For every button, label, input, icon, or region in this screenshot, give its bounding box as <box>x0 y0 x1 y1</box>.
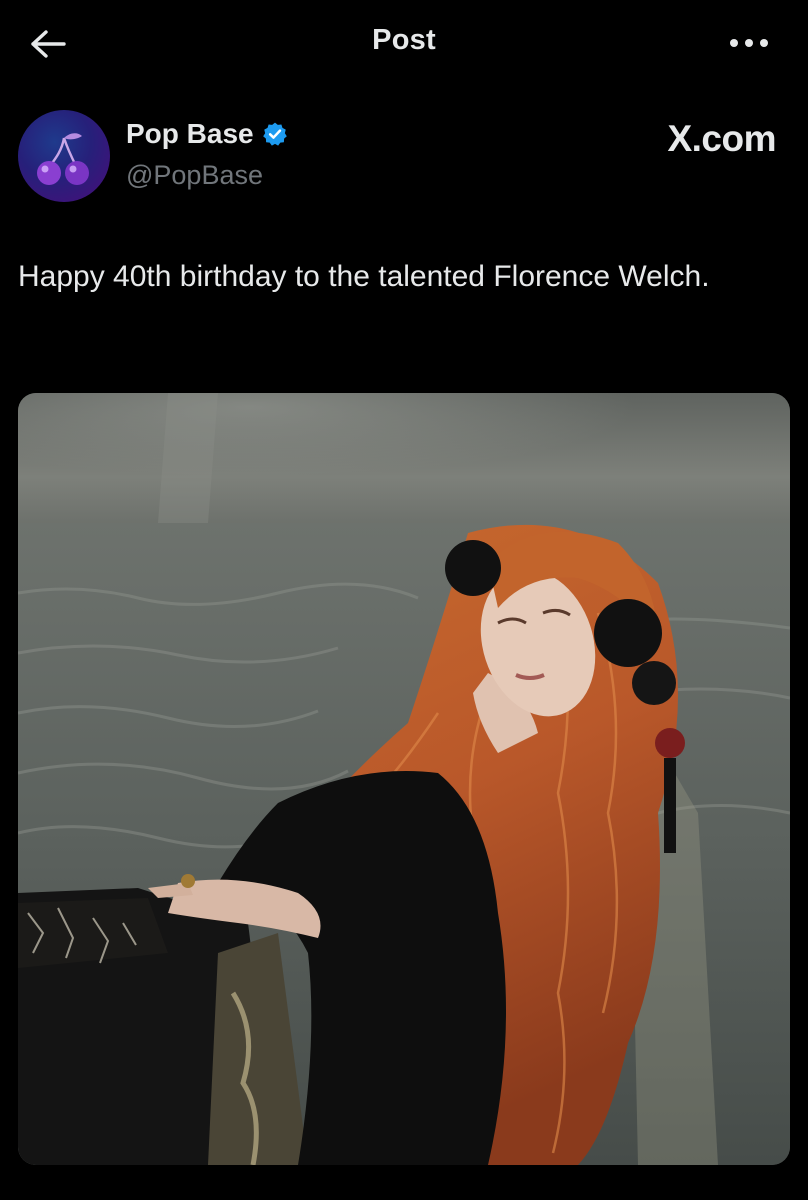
top-bar: Post <box>0 0 808 86</box>
author-name-text: Pop Base <box>126 118 254 149</box>
author-row: Pop Base @PopBase X.com <box>18 108 790 204</box>
portrait-photo <box>18 393 790 1165</box>
tweet-text: Happy 40th birthday to the talented Flor… <box>18 260 710 293</box>
more-button[interactable] <box>726 30 772 56</box>
post-image[interactable] <box>18 393 790 1165</box>
verified-badge-icon <box>262 122 287 146</box>
page-title: Post <box>372 24 436 56</box>
more-horizontal-icon <box>730 39 768 47</box>
cherries-icon <box>37 133 89 185</box>
avatar[interactable] <box>18 110 110 202</box>
source-logo: X.com <box>667 118 776 159</box>
author-name[interactable]: Pop Base <box>126 118 288 150</box>
post-page: Post Pop Base @PopBase X.com Happy 40th … <box>0 0 808 1200</box>
author-handle[interactable]: @PopBase <box>126 160 263 191</box>
